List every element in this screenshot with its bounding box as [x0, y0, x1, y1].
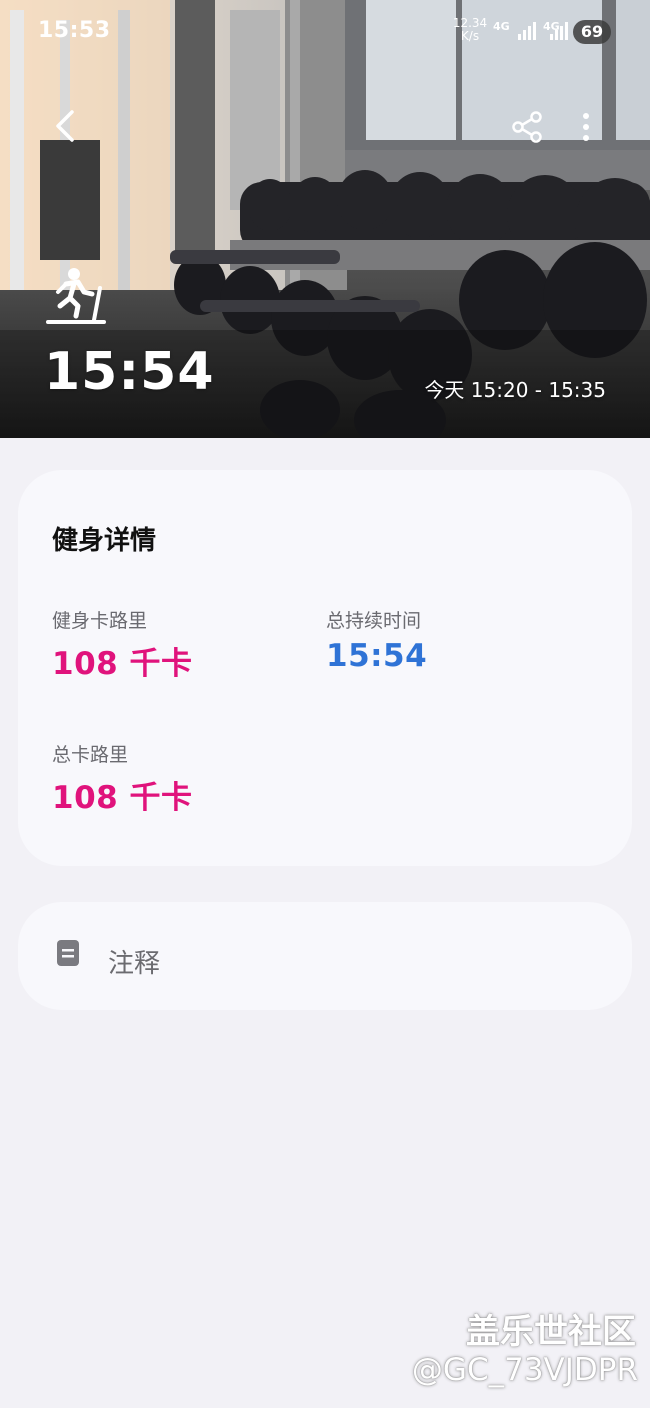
watermark-community: 盖乐世社区	[466, 1312, 636, 1352]
workout-time-range: 今天 15:20 - 15:35	[424, 378, 606, 402]
status-bar: 15:53 12.34 K/s 4G 4G 69	[0, 0, 650, 64]
metric-value-fitness-calories: 108 千卡	[52, 646, 193, 682]
metric-label-fitness-calories: 健身卡路里	[52, 610, 148, 632]
battery-indicator: 69	[573, 20, 611, 44]
network-speed: 12.34 K/s	[452, 16, 488, 43]
notes-button[interactable]: 注释	[18, 902, 632, 1010]
watermark-user: @GC_73VJDPR	[411, 1352, 638, 1388]
status-time: 15:53	[38, 18, 111, 43]
network-type-1: 4G	[493, 20, 510, 33]
total-duration: 15:54	[44, 342, 215, 402]
metric-label-total-calories: 总卡路里	[52, 744, 129, 766]
share-icon[interactable]	[510, 110, 544, 144]
metric-value-total-duration: 15:54	[326, 638, 428, 674]
signal-icon	[518, 22, 536, 40]
signal-icon-2	[550, 22, 568, 40]
note-icon	[57, 940, 79, 966]
metric-value-total-calories: 108 千卡	[52, 780, 193, 816]
hero-image: 15:53 12.34 K/s 4G 4G 69 15:54 今天 15:20 …	[0, 0, 650, 438]
notes-label: 注释	[108, 949, 161, 979]
details-title: 健身详情	[52, 526, 157, 556]
workout-details-card: 健身详情 健身卡路里 108 千卡 总持续时间 15:54 总卡路里 108 千…	[18, 470, 632, 866]
metric-label-total-duration: 总持续时间	[326, 610, 422, 632]
more-icon[interactable]	[576, 110, 596, 144]
back-icon[interactable]	[48, 106, 84, 146]
treadmill-running-icon	[46, 268, 106, 324]
